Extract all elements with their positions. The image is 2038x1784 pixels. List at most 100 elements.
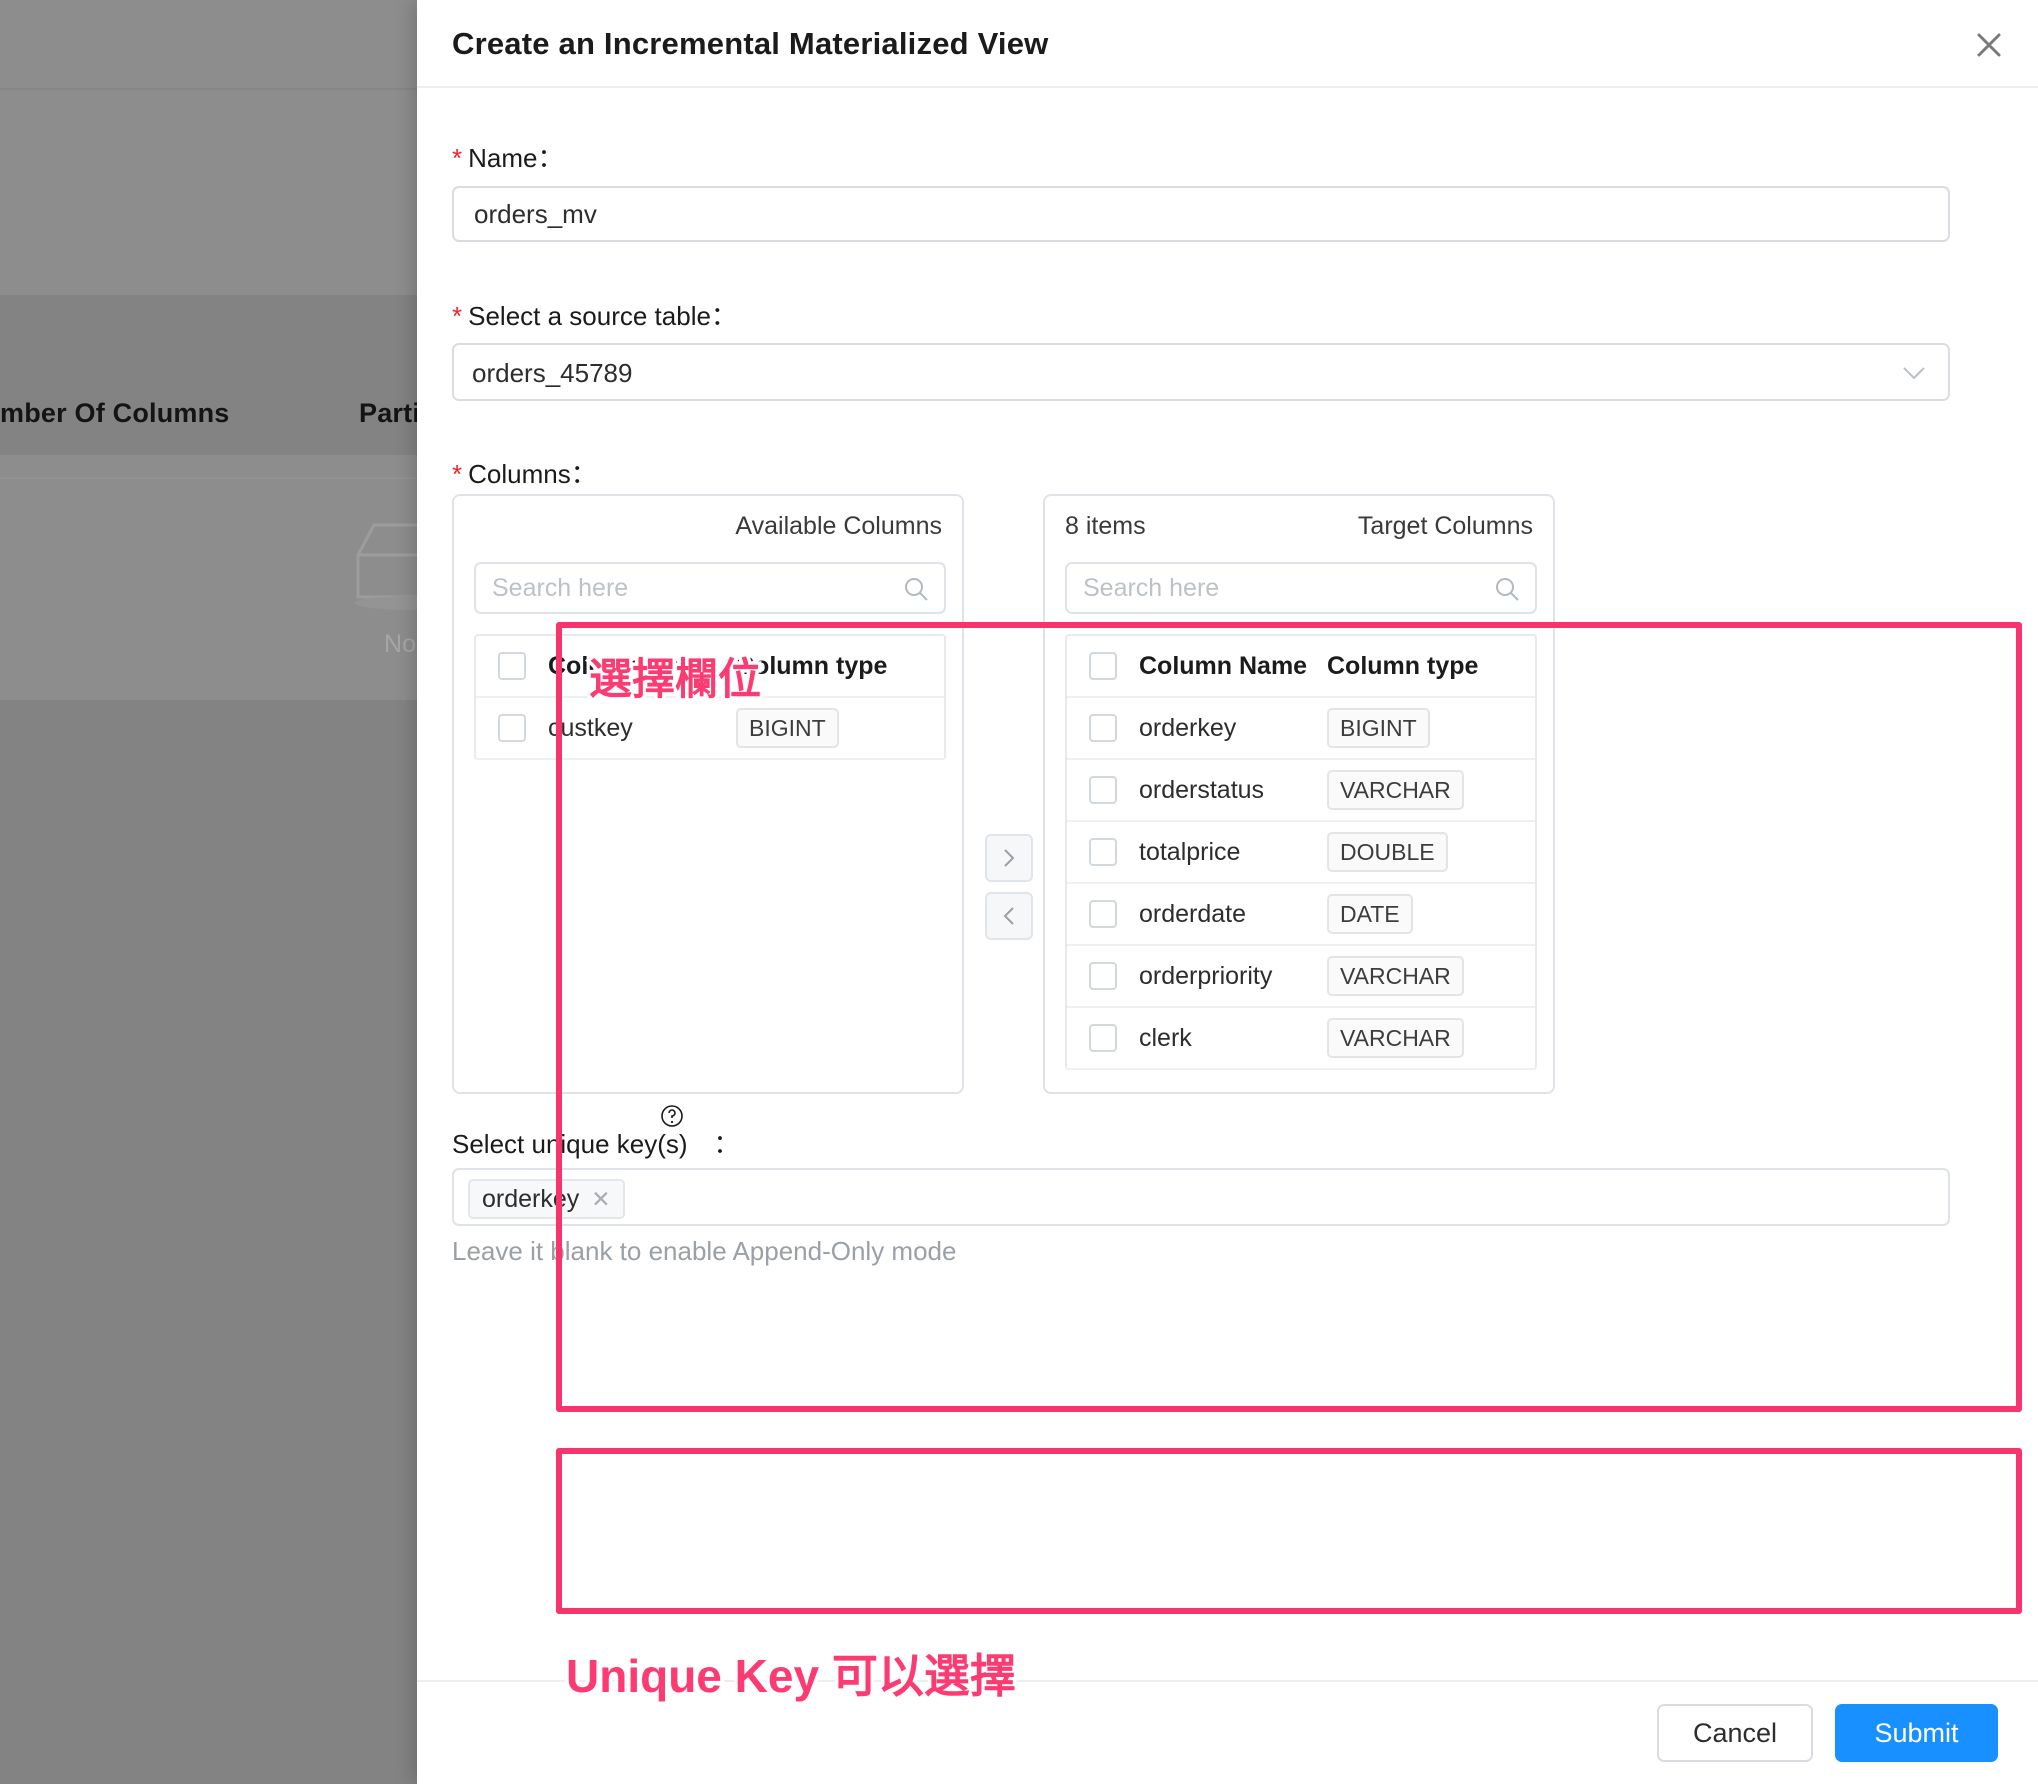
row-checkbox-cell <box>1067 962 1139 990</box>
page-title: Create an Incremental Materialized View <box>452 26 1049 61</box>
required-marker: * <box>452 459 463 489</box>
row-checkbox[interactable] <box>1089 776 1117 804</box>
question-circle-icon[interactable] <box>660 1104 684 1128</box>
submit-button[interactable]: Submit <box>1835 1704 1998 1762</box>
row-checkbox[interactable] <box>1089 714 1117 742</box>
row-checkbox-cell <box>1067 838 1139 866</box>
column-type-cell: DOUBLE <box>1327 831 1448 873</box>
move-right-button[interactable] <box>985 834 1033 882</box>
search-input[interactable] <box>1083 564 1483 612</box>
close-icon[interactable]: ✕ <box>591 1186 610 1213</box>
columns-field-label: * Columns： <box>452 454 597 491</box>
column-type-cell: VARCHAR <box>1327 1017 1464 1059</box>
select-all-checkbox[interactable] <box>1089 652 1117 680</box>
search-icon <box>902 575 930 608</box>
column-type-cell: VARCHAR <box>1327 955 1464 997</box>
column-name-cell: orderpriority <box>1139 961 1273 990</box>
available-columns-panel: Available Columns Column Name Column typ… <box>452 494 964 1094</box>
create-materialized-view-modal: Create an Incremental Materialized View … <box>417 0 2038 1784</box>
table-header-row: Column Name Column type <box>476 636 944 698</box>
unique-key-tag-label: orderkey <box>482 1184 580 1213</box>
column-type-cell: DATE <box>1327 893 1413 935</box>
available-columns-table: Column Name Column type custkey BIGINT <box>474 634 946 760</box>
column-name-cell: orderstatus <box>1139 775 1265 804</box>
modal-header: Create an Incremental Materialized View <box>417 0 2038 88</box>
column-name-cell: custkey <box>548 713 633 742</box>
name-label-text: Name： <box>468 143 564 173</box>
row-checkbox[interactable] <box>1089 1024 1117 1052</box>
column-type-header: Column type <box>736 651 888 680</box>
chevron-right-icon <box>1004 849 1015 867</box>
name-input[interactable] <box>452 186 1950 242</box>
column-name-cell: orderkey <box>1139 713 1237 742</box>
column-name-header: Column Name <box>548 651 717 680</box>
table-row[interactable]: clerk VARCHAR <box>1067 1008 1535 1070</box>
column-type-cell: VARCHAR <box>1327 769 1464 811</box>
column-type-cell: BIGINT <box>1327 707 1430 749</box>
select-all-checkbox-cell <box>476 652 548 680</box>
unique-key-hint: Leave it blank to enable Append-Only mod… <box>452 1236 957 1266</box>
select-all-checkbox-cell <box>1067 652 1139 680</box>
required-marker: * <box>452 143 463 173</box>
type-tag: BIGINT <box>736 707 839 749</box>
type-tag: VARCHAR <box>1327 955 1464 997</box>
available-columns-search[interactable] <box>474 562 946 614</box>
search-input[interactable] <box>492 564 892 612</box>
select-all-checkbox[interactable] <box>498 652 526 680</box>
type-tag: VARCHAR <box>1327 769 1464 811</box>
table-row[interactable]: orderdate DATE <box>1067 884 1535 946</box>
type-tag: BIGINT <box>1327 707 1430 749</box>
column-name-header: Column Name <box>1139 651 1308 680</box>
table-row[interactable]: orderstatus VARCHAR <box>1067 760 1535 822</box>
target-columns-search[interactable] <box>1065 562 1537 614</box>
chevron-down-icon <box>1902 365 1926 386</box>
move-left-button[interactable] <box>985 892 1033 940</box>
table-row[interactable]: orderpriority VARCHAR <box>1067 946 1535 1008</box>
column-name-cell: orderdate <box>1139 899 1247 928</box>
row-checkbox[interactable] <box>1089 962 1117 990</box>
source-table-label-text: Select a source table： <box>468 301 737 331</box>
target-columns-panel: 8 items Target Columns Column Name <box>1043 494 1555 1094</box>
row-checkbox-cell <box>476 714 548 742</box>
column-type-cell: BIGINT <box>736 707 839 749</box>
row-checkbox[interactable] <box>1089 838 1117 866</box>
target-columns-header: 8 items Target Columns <box>1045 496 1553 558</box>
target-columns-table: Column Name Column type orderkey BIGINT … <box>1065 634 1537 1070</box>
source-table-field-label: * Select a source table： <box>452 296 737 333</box>
table-row[interactable]: totalprice DOUBLE <box>1067 822 1535 884</box>
row-checkbox[interactable] <box>1089 900 1117 928</box>
backdrop-column-header: mber Of Columns <box>0 398 230 428</box>
transfer-controls <box>976 834 1042 950</box>
close-icon[interactable] <box>1966 22 2012 68</box>
available-columns-title: Available Columns <box>735 512 942 540</box>
table-row[interactable]: orderkey BIGINT <box>1067 698 1535 760</box>
column-name-cell: totalprice <box>1139 837 1241 866</box>
row-checkbox-cell <box>1067 714 1139 742</box>
column-type-header: Column type <box>1327 651 1479 680</box>
table-row[interactable]: custkey BIGINT <box>476 698 944 760</box>
row-checkbox-cell <box>1067 1024 1139 1052</box>
chevron-left-icon <box>1003 907 1014 925</box>
type-tag: DOUBLE <box>1327 831 1448 873</box>
search-icon <box>1493 575 1521 608</box>
cancel-button[interactable]: Cancel <box>1657 1704 1813 1762</box>
columns-label-text: Columns： <box>468 459 597 489</box>
unique-key-select[interactable]: orderkey ✕ <box>452 1168 1950 1226</box>
name-field-label: * Name： <box>452 138 563 175</box>
type-tag: VARCHAR <box>1327 1017 1464 1059</box>
source-table-value: orders_45789 <box>472 358 633 388</box>
source-table-select[interactable]: orders_45789 <box>452 343 1950 401</box>
target-columns-title: Target Columns <box>1357 512 1533 540</box>
table-header-row: Column Name Column type <box>1067 636 1535 698</box>
row-checkbox-cell <box>1067 900 1139 928</box>
column-name-cell: clerk <box>1139 1023 1192 1052</box>
target-columns-count: 8 items <box>1065 512 1146 540</box>
modal-footer: Cancel Submit <box>417 1680 2038 1784</box>
modal-body: *Name： *Select a source table： orders_45… <box>417 88 2038 1682</box>
type-tag: DATE <box>1327 893 1413 935</box>
required-marker: * <box>452 301 463 331</box>
unique-key-label: Select unique key(s) ： <box>452 1129 740 1159</box>
unique-key-tag[interactable]: orderkey ✕ <box>468 1179 625 1219</box>
row-checkbox-cell <box>1067 776 1139 804</box>
row-checkbox[interactable] <box>498 714 526 742</box>
